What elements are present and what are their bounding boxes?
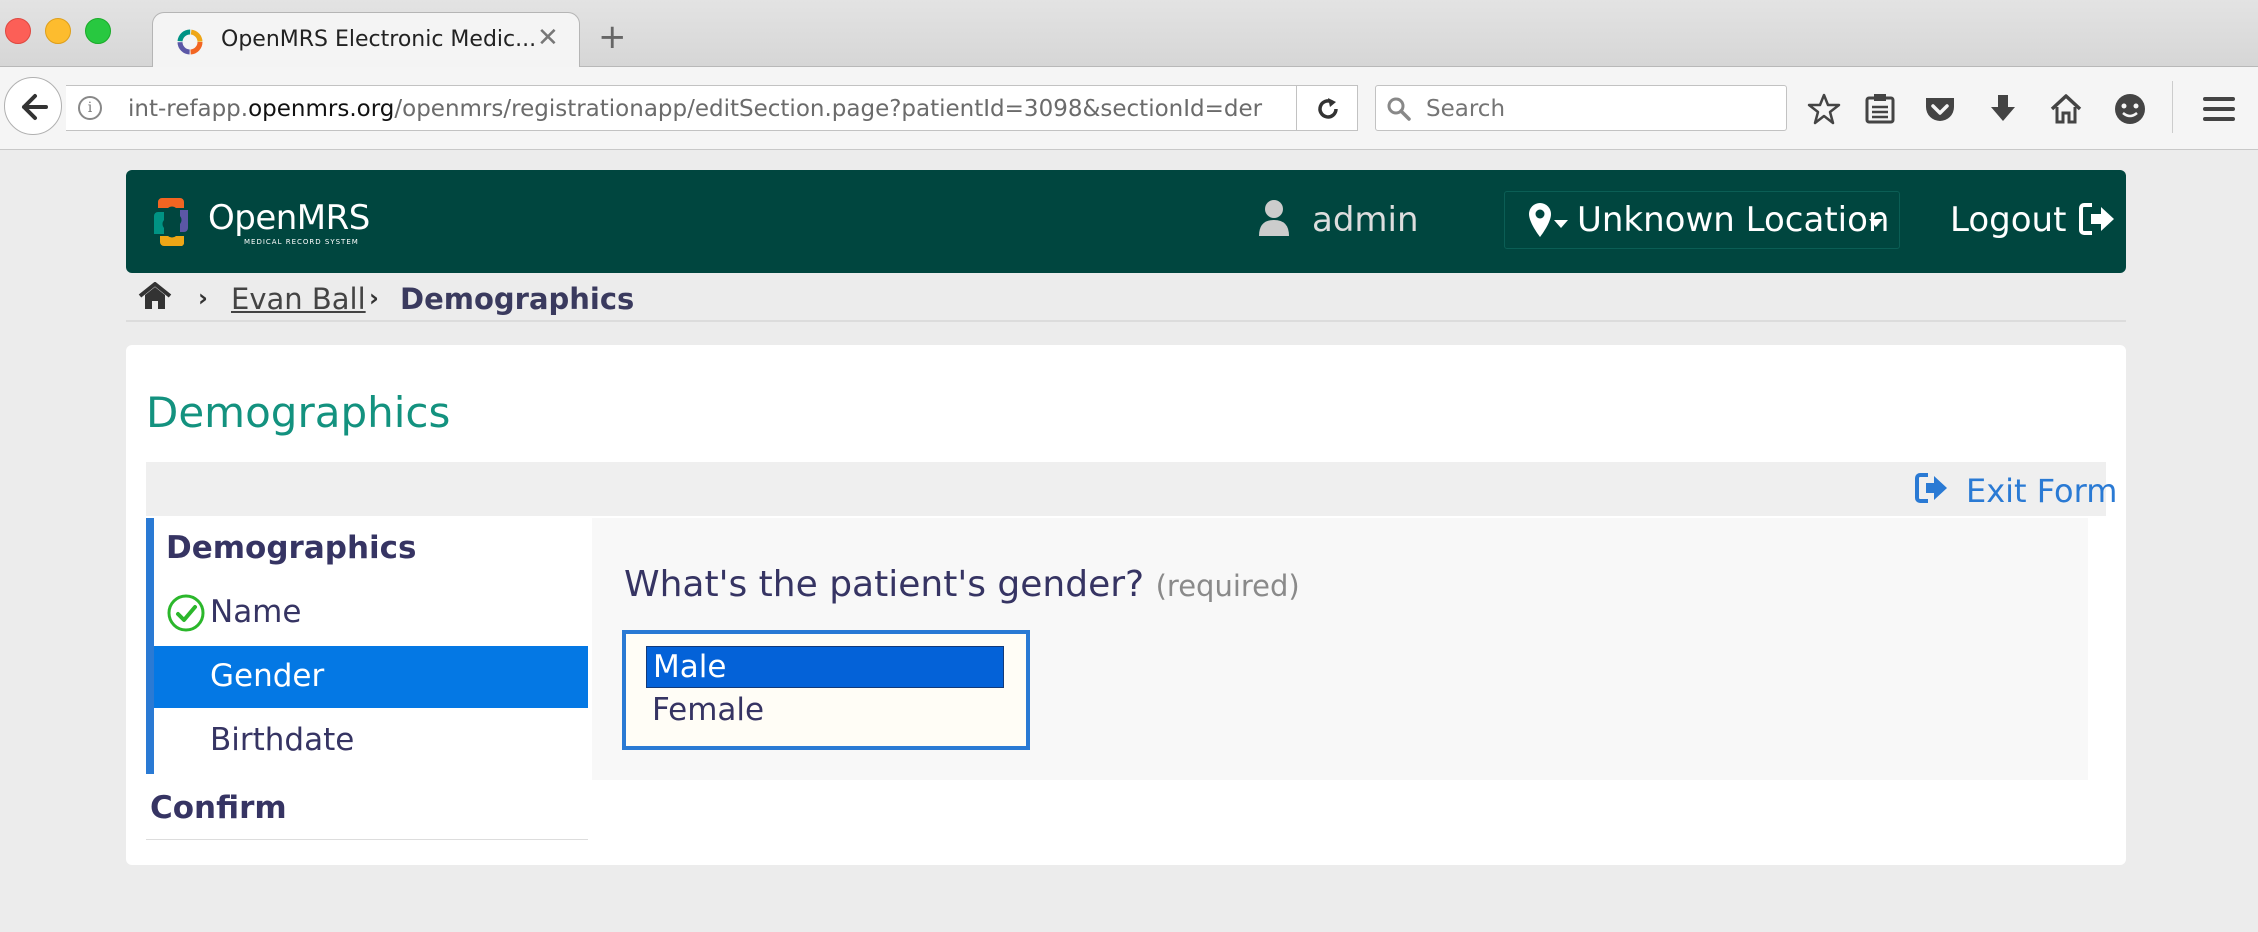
required-indicator: (required) bbox=[1155, 569, 1300, 603]
map-pin-icon bbox=[1529, 203, 1551, 237]
toolbar-separator bbox=[2172, 81, 2173, 133]
openmrs-favicon-icon bbox=[177, 29, 203, 55]
field-item-gender[interactable]: Gender bbox=[154, 646, 588, 708]
bookmark-star-icon[interactable] bbox=[1806, 91, 1842, 127]
downloads-icon[interactable] bbox=[1985, 91, 2021, 127]
back-button[interactable] bbox=[4, 77, 62, 135]
question-label: What's the patient's gender? (required) bbox=[624, 564, 1300, 605]
pocket-icon[interactable] bbox=[1922, 91, 1958, 127]
reload-icon bbox=[1318, 98, 1338, 119]
browser-nav-bar: i int-refapp.openmrs.org/openmrs/registr… bbox=[0, 67, 2258, 150]
breadcrumb: › Evan Ball › Demographics bbox=[126, 274, 2126, 322]
chevron-right-icon: › bbox=[198, 284, 208, 312]
address-bar[interactable]: i int-refapp.openmrs.org/openmrs/registr… bbox=[66, 85, 1358, 131]
tab-title: OpenMRS Electronic Medic... bbox=[221, 27, 537, 52]
breadcrumb-patient-link[interactable]: Evan Ball bbox=[231, 282, 366, 316]
location-selector[interactable]: Unknown Location bbox=[1504, 191, 1900, 249]
question-panel: What's the patient's gender? (required) … bbox=[592, 518, 2088, 780]
field-item-name[interactable]: Name bbox=[154, 582, 588, 644]
field-label: Name bbox=[210, 594, 302, 630]
gender-option-female[interactable]: Female bbox=[646, 690, 1004, 732]
search-icon bbox=[1387, 97, 1411, 121]
logo-text: OpenMRS bbox=[208, 198, 370, 238]
app-header: OpenMRS MEDICAL RECORD SYSTEM admin Unkn… bbox=[126, 170, 2126, 273]
exit-form-label: Exit Form bbox=[1966, 472, 2118, 510]
exit-form-icon bbox=[1915, 473, 1947, 503]
breadcrumb-current: Demographics bbox=[400, 282, 635, 316]
menu-icon[interactable] bbox=[2203, 97, 2235, 127]
user-icon bbox=[1259, 200, 1289, 236]
chevron-down-icon bbox=[1869, 219, 1883, 227]
openmrs-logo-icon bbox=[154, 198, 188, 246]
reload-button[interactable] bbox=[1296, 85, 1358, 131]
gender-select[interactable]: Male Female bbox=[622, 630, 1030, 750]
check-circle-icon bbox=[167, 594, 205, 632]
registration-form-card: Demographics Exit Form Demographics Name… bbox=[126, 345, 2126, 865]
section-confirm[interactable]: Confirm bbox=[146, 776, 588, 840]
section-title[interactable]: Demographics bbox=[166, 530, 416, 566]
exit-form-button[interactable]: Exit Form bbox=[1914, 470, 2117, 510]
browser-search-bar[interactable] bbox=[1375, 85, 1787, 131]
field-item-birthdate[interactable]: Birthdate bbox=[154, 710, 588, 772]
search-input[interactable] bbox=[1424, 94, 1768, 124]
gender-option-male[interactable]: Male bbox=[646, 646, 1004, 688]
zoom-window-button[interactable] bbox=[85, 18, 111, 44]
page-title: Demographics bbox=[146, 388, 451, 437]
logo-subtitle: MEDICAL RECORD SYSTEM bbox=[244, 238, 359, 246]
feedback-face-icon[interactable] bbox=[2112, 91, 2148, 127]
section-demographics: Demographics Name Gender Birthdate bbox=[146, 518, 588, 774]
field-label: Gender bbox=[210, 658, 325, 694]
close-window-button[interactable] bbox=[5, 18, 31, 44]
home-icon[interactable] bbox=[138, 282, 172, 310]
chevron-right-icon: › bbox=[369, 284, 379, 312]
confirm-label: Confirm bbox=[150, 790, 287, 826]
home-icon[interactable] bbox=[2048, 91, 2084, 127]
minimize-window-button[interactable] bbox=[45, 18, 71, 44]
browser-tab-bar: OpenMRS Electronic Medic... ✕ + bbox=[0, 0, 2258, 69]
logout-label: Logout bbox=[1950, 200, 2067, 240]
question-text: What's the patient's gender? bbox=[624, 564, 1145, 605]
reading-list-icon[interactable] bbox=[1862, 91, 1898, 127]
form-toolbar: Exit Form bbox=[146, 462, 2117, 516]
tab-close-icon[interactable]: ✕ bbox=[537, 23, 559, 53]
browser-tab[interactable]: OpenMRS Electronic Medic... ✕ bbox=[152, 12, 580, 69]
new-tab-button[interactable]: + bbox=[598, 20, 627, 54]
back-arrow-icon bbox=[22, 94, 48, 120]
url-text[interactable]: int-refapp.openmrs.org/openmrs/registrat… bbox=[128, 96, 1298, 122]
field-label: Birthdate bbox=[210, 722, 355, 758]
location-name: Unknown Location bbox=[1577, 200, 1890, 240]
site-info-icon[interactable]: i bbox=[78, 96, 102, 120]
logout-icon bbox=[2079, 203, 2114, 235]
username: admin bbox=[1312, 200, 1419, 240]
